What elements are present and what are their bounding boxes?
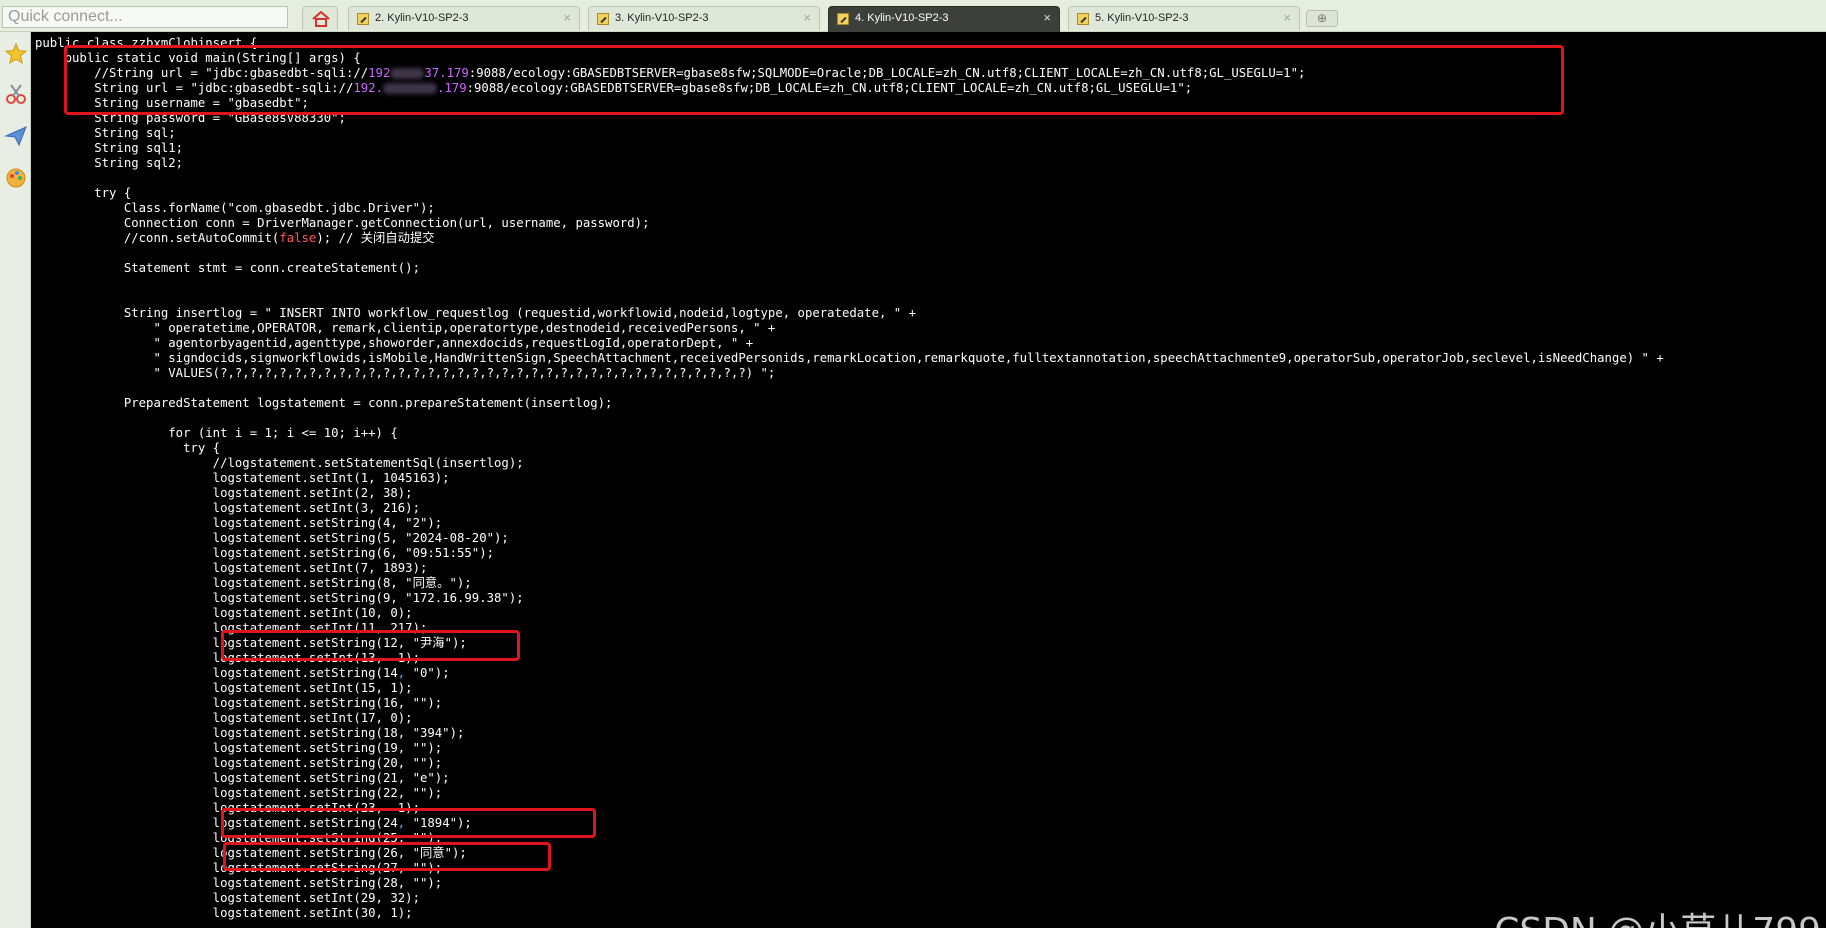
terminal-icon	[837, 13, 849, 25]
code-line: logstatement.setString(6, "09:51:55");	[35, 546, 495, 560]
close-icon[interactable]: ×	[563, 10, 571, 25]
code-line: logstatement.setString(16, "");	[35, 696, 443, 710]
code-line: " signdocids,signworkflowids,isMobile,Ha…	[35, 351, 1664, 365]
session-tab-3[interactable]: 3. Kylin-V10-SP2-3 ×	[588, 6, 820, 30]
scissors-icon[interactable]	[4, 82, 28, 106]
code-line: logstatement.setString(18, "394");	[35, 726, 465, 740]
highlight-box-connection	[64, 45, 1564, 115]
code-line: logstatement.setInt(2, 38);	[35, 486, 413, 500]
code-line: " VALUES(?,?,?,?,?,?,?,?,?,?,?,?,?,?,?,?…	[35, 366, 776, 380]
code-line: logstatement.setString(19, "");	[35, 741, 443, 755]
code-line: for (int i = 1; i <= 10; i++) {	[35, 426, 398, 440]
home-tab[interactable]	[302, 6, 338, 30]
code-token: logstatement.setString(14	[35, 666, 398, 680]
code-line: logstatement.setString(4, "2");	[35, 516, 443, 530]
close-icon[interactable]: ×	[1283, 10, 1291, 25]
code-line: PreparedStatement logstatement = conn.pr…	[35, 396, 613, 410]
code-line: logstatement.setInt(15, 1);	[35, 681, 413, 695]
code-line: logstatement.setInt(29, 32);	[35, 891, 420, 905]
session-tab-4[interactable]: 4. Kylin-V10-SP2-3 ×	[828, 6, 1060, 32]
code-line: logstatement.setString(9, "172.16.99.38"…	[35, 591, 524, 605]
paper-plane-icon[interactable]	[4, 124, 28, 148]
highlight-box-param-26	[223, 842, 551, 871]
star-icon[interactable]	[4, 42, 28, 66]
code-token: "0");	[405, 666, 450, 680]
terminal-icon	[357, 13, 369, 25]
code-token: ); // 关闭自动提交	[316, 231, 435, 245]
code-line: " agentorbyagentid,agenttype,showorder,a…	[35, 336, 754, 350]
code-line: logstatement.setInt(30, 1);	[35, 906, 413, 920]
session-tab-2[interactable]: 2. Kylin-V10-SP2-3 ×	[348, 6, 580, 30]
code-line: String insertlog = " INSERT INTO workflo…	[35, 306, 916, 320]
code-line: logstatement.setString(28, "");	[35, 876, 443, 890]
session-tab-bar: Quick connect... 2. Kylin-V10-SP2-3 × 3.…	[0, 0, 1826, 32]
code-line: Class.forName("com.gbasedbt.jdbc.Driver"…	[35, 201, 435, 215]
code-line: logstatement.setString(22, "");	[35, 786, 443, 800]
code-line: logstatement.setInt(1, 1045163);	[35, 471, 450, 485]
code-line: logstatement.setInt(3, 216);	[35, 501, 420, 515]
terminal-icon	[597, 13, 609, 25]
code-line: " operatetime,OPERATOR, remark,clientip,…	[35, 321, 776, 335]
home-icon	[312, 11, 330, 27]
code-line: //conn.setAutoCommit(false); // 关闭自动提交	[35, 231, 435, 246]
close-icon[interactable]: ×	[1043, 10, 1051, 25]
code-line: logstatement.setString(8, "同意。");	[35, 576, 472, 590]
code-line: logstatement.setInt(10, 0);	[35, 606, 413, 620]
terminal-output[interactable]: public class zzbxmClobinsert { public st…	[31, 32, 1826, 928]
highlight-box-param-12	[221, 630, 520, 661]
tab-label: 5. Kylin-V10-SP2-3	[1095, 12, 1189, 24]
quick-connect-input[interactable]: Quick connect...	[2, 6, 288, 28]
code-line: logstatement.setString(21, "e");	[35, 771, 450, 785]
code-token: //conn.setAutoCommit(	[35, 231, 280, 245]
code-line: logstatement.setString(5, "2024-08-20");	[35, 531, 509, 545]
watermark: CSDN @小草儿799	[1494, 902, 1821, 928]
code-line: try {	[35, 186, 132, 200]
terminal-icon	[1077, 13, 1089, 25]
code-line: logstatement.setString(20, "");	[35, 756, 443, 770]
palette-icon[interactable]	[4, 166, 28, 190]
code-line: String sql2;	[35, 156, 184, 170]
code-line: String sql;	[35, 126, 176, 140]
tab-label: 2. Kylin-V10-SP2-3	[375, 12, 469, 24]
code-line: try {	[35, 441, 221, 455]
code-line: Connection conn = DriverManager.getConne…	[35, 216, 650, 230]
code-line: //logstatement.setStatementSql(insertlog…	[35, 456, 524, 470]
tab-label: 3. Kylin-V10-SP2-3	[615, 12, 709, 24]
left-toolbar	[0, 32, 31, 928]
code-line: Statement stmt = conn.createStatement();	[35, 261, 420, 275]
session-tab-5[interactable]: 5. Kylin-V10-SP2-3 ×	[1068, 6, 1300, 30]
code-token: false	[279, 231, 317, 245]
close-icon[interactable]: ×	[803, 10, 811, 25]
tab-label: 4. Kylin-V10-SP2-3	[855, 12, 949, 24]
code-line: logstatement.setString(14, "0");	[35, 666, 450, 681]
code-line: logstatement.setInt(17, 0);	[35, 711, 413, 725]
code-line: logstatement.setInt(7, 1893);	[35, 561, 428, 575]
code-line: String sql1;	[35, 141, 184, 155]
new-tab-button[interactable]: ⊕	[1306, 10, 1338, 27]
highlight-box-param-24	[221, 808, 596, 838]
